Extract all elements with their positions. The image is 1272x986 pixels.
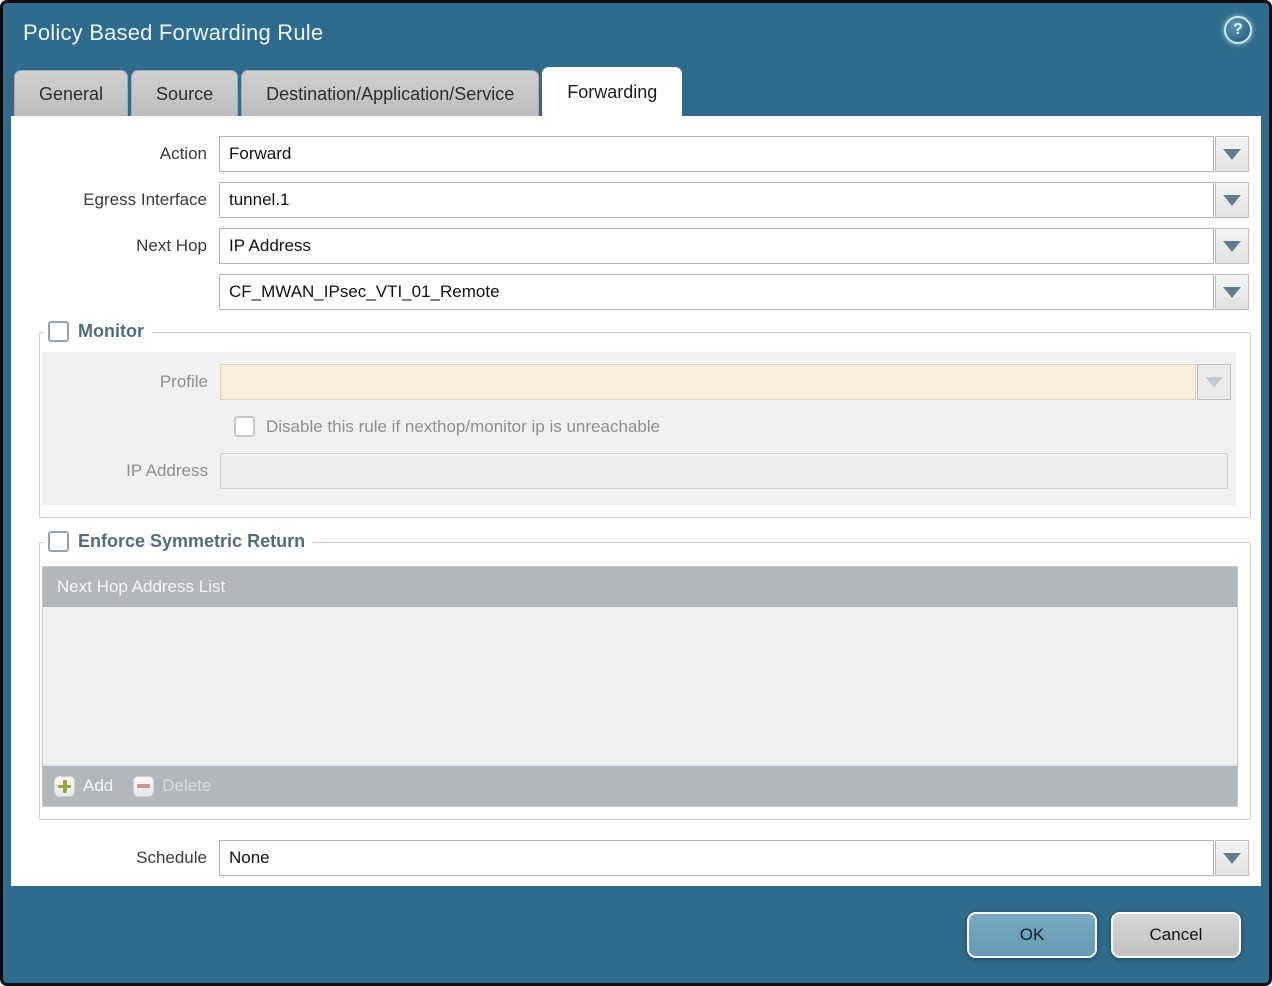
symmetric-return-legend: Enforce Symmetric Return bbox=[44, 531, 313, 552]
chevron-down-icon bbox=[1205, 377, 1223, 388]
monitor-section: Monitor Profile Disable this rule if nex… bbox=[39, 332, 1251, 518]
next-hop-address-dropdown-button[interactable] bbox=[1215, 274, 1249, 310]
monitor-profile-dropdown-button bbox=[1197, 364, 1231, 400]
next-hop-address-select[interactable]: CF_MWAN_IPsec_VTI_01_Remote bbox=[219, 274, 1214, 310]
enforce-symmetric-return-checkbox[interactable] bbox=[48, 531, 69, 552]
disable-rule-checkbox bbox=[234, 416, 255, 437]
schedule-select[interactable]: None bbox=[219, 840, 1214, 876]
ok-button[interactable]: OK bbox=[967, 912, 1097, 958]
monitor-checkbox[interactable] bbox=[48, 321, 69, 342]
add-button-label: Add bbox=[83, 776, 113, 796]
egress-interface-select[interactable]: tunnel.1 bbox=[219, 182, 1214, 218]
next-hop-address-list-toolbar: Add Delete bbox=[43, 764, 1237, 806]
minus-icon bbox=[133, 776, 154, 797]
delete-button: Delete bbox=[133, 776, 211, 797]
chevron-down-icon bbox=[1223, 195, 1241, 206]
next-hop-row: Next Hop IP Address bbox=[11, 228, 1261, 264]
next-hop-address-list-header: Next Hop Address List bbox=[43, 567, 1237, 607]
monitor-ip-address-label: IP Address bbox=[42, 461, 220, 481]
tab-destination-application-service[interactable]: Destination/Application/Service bbox=[241, 70, 539, 116]
action-label: Action bbox=[11, 144, 219, 164]
delete-button-label: Delete bbox=[162, 776, 211, 796]
schedule-label: Schedule bbox=[11, 848, 219, 868]
next-hop-address-list-body[interactable] bbox=[43, 607, 1237, 764]
tab-source[interactable]: Source bbox=[131, 70, 238, 116]
dialog-title: Policy Based Forwarding Rule bbox=[23, 20, 1249, 46]
next-hop-type-select[interactable]: IP Address bbox=[219, 228, 1214, 264]
egress-interface-row: Egress Interface tunnel.1 bbox=[11, 182, 1261, 218]
schedule-dropdown-button[interactable] bbox=[1215, 840, 1249, 876]
monitor-section-label: Monitor bbox=[78, 321, 144, 342]
monitor-section-body: Profile Disable this rule if nexthop/mon… bbox=[42, 352, 1236, 505]
cancel-button[interactable]: Cancel bbox=[1111, 912, 1241, 958]
disable-rule-label: Disable this rule if nexthop/monitor ip … bbox=[266, 417, 660, 437]
add-button[interactable]: Add bbox=[54, 776, 113, 797]
help-icon[interactable]: ? bbox=[1224, 16, 1252, 44]
action-dropdown-button[interactable] bbox=[1215, 136, 1249, 172]
monitor-legend: Monitor bbox=[44, 321, 152, 342]
next-hop-address-row: CF_MWAN_IPsec_VTI_01_Remote bbox=[11, 274, 1261, 310]
egress-interface-dropdown-button[interactable] bbox=[1215, 182, 1249, 218]
monitor-profile-select bbox=[220, 364, 1196, 400]
action-row: Action Forward bbox=[11, 136, 1261, 172]
tab-bar: General Source Destination/Application/S… bbox=[3, 67, 1269, 116]
profile-row: Profile bbox=[42, 364, 1236, 400]
disable-rule-row: Disable this rule if nexthop/monitor ip … bbox=[234, 416, 1236, 437]
chevron-down-icon bbox=[1223, 287, 1241, 298]
dialog-footer: OK Cancel bbox=[3, 886, 1269, 958]
tab-general[interactable]: General bbox=[14, 70, 128, 116]
egress-interface-label: Egress Interface bbox=[11, 190, 219, 210]
monitor-ip-address-input bbox=[220, 453, 1228, 489]
monitor-ip-address-row: IP Address bbox=[42, 453, 1236, 489]
enforce-symmetric-return-label: Enforce Symmetric Return bbox=[78, 531, 305, 552]
plus-icon bbox=[54, 776, 75, 797]
action-select[interactable]: Forward bbox=[219, 136, 1214, 172]
next-hop-label: Next Hop bbox=[11, 236, 219, 256]
forwarding-tab-panel: Action Forward Egress Interface tunnel.1… bbox=[11, 116, 1261, 886]
chevron-down-icon bbox=[1223, 241, 1241, 252]
next-hop-dropdown-button[interactable] bbox=[1215, 228, 1249, 264]
schedule-row: Schedule None bbox=[11, 840, 1261, 876]
chevron-down-icon bbox=[1223, 149, 1241, 160]
enforce-symmetric-return-section: Enforce Symmetric Return Next Hop Addres… bbox=[39, 542, 1251, 820]
chevron-down-icon bbox=[1223, 853, 1241, 864]
dialog-titlebar: Policy Based Forwarding Rule ? bbox=[3, 3, 1269, 67]
next-hop-address-list-table: Next Hop Address List Add Delete bbox=[42, 566, 1238, 807]
tab-forwarding[interactable]: Forwarding bbox=[542, 67, 682, 116]
policy-based-forwarding-dialog: Policy Based Forwarding Rule ? General S… bbox=[0, 0, 1272, 986]
profile-label: Profile bbox=[42, 372, 220, 392]
